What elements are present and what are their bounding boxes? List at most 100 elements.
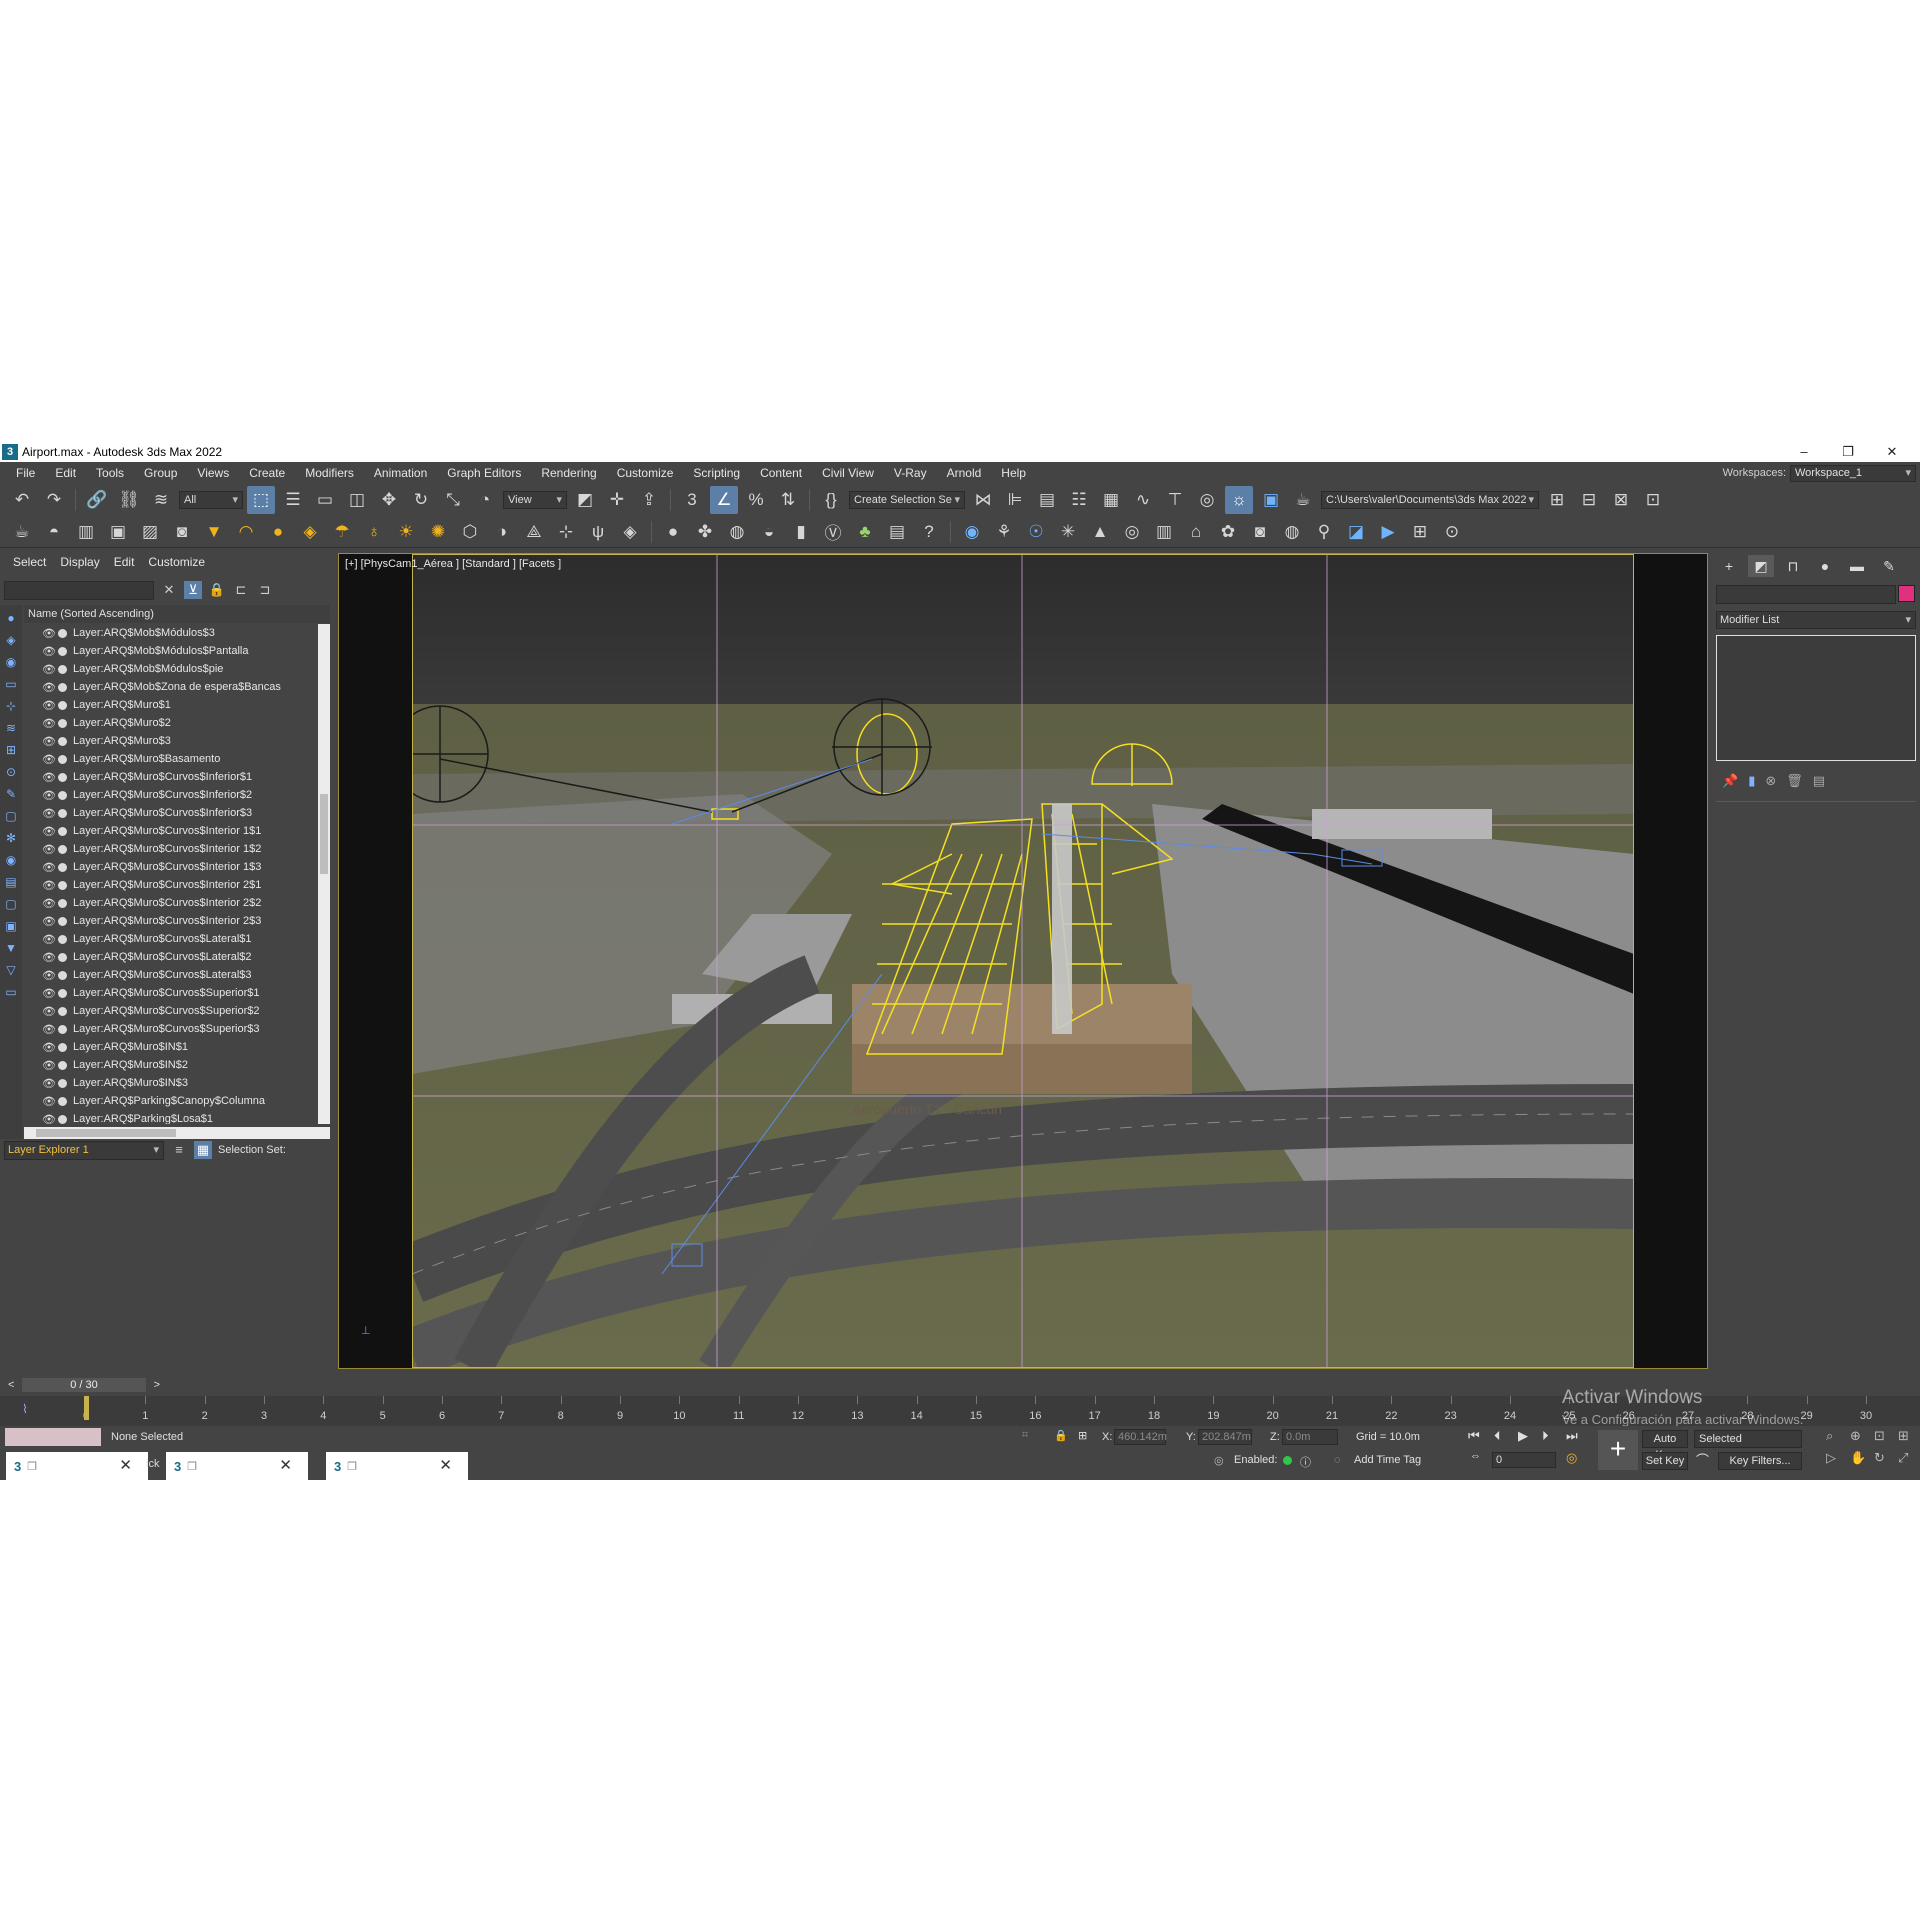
menu-rendering[interactable]: Rendering: [531, 462, 606, 484]
zoom-icon[interactable]: ⌕: [1826, 1428, 1833, 1444]
layer-row[interactable]: 👁 Layer:ARQ$Muro$2: [24, 714, 316, 732]
arnold-ipr-icon[interactable]: ⚘: [990, 518, 1018, 546]
freeze-dot-icon[interactable]: [58, 916, 67, 926]
menu-customize[interactable]: Customize: [607, 462, 684, 484]
redo-icon[interactable]: ↷: [40, 486, 68, 514]
menu-civil-view[interactable]: Civil View: [812, 462, 884, 484]
display-tab-icon[interactable]: ▬: [1844, 555, 1870, 577]
vray-render-icon[interactable]: ◓: [40, 518, 68, 546]
layer-row[interactable]: 👁 Layer:ARQ$Muro$Curvos$Lateral$1: [24, 930, 316, 948]
create-tab-icon[interactable]: +: [1716, 555, 1742, 577]
pin-stack-icon[interactable]: 📌: [1722, 773, 1738, 789]
visibility-eye-icon[interactable]: 👁: [42, 861, 58, 874]
move-icon[interactable]: ✥: [375, 486, 403, 514]
layer-manager-icon[interactable]: ▤: [1033, 486, 1061, 514]
help-circle-icon[interactable]: ?: [915, 518, 943, 546]
bind-spacewarp-icon[interactable]: ≋: [147, 486, 175, 514]
scrollbar-thumb[interactable]: [36, 1129, 176, 1137]
arnold-material-icon[interactable]: ◙: [1246, 518, 1274, 546]
visibility-eye-icon[interactable]: 👁: [42, 681, 58, 694]
visibility-eye-icon[interactable]: 👁: [42, 627, 58, 640]
viewport-label[interactable]: [+] [PhysCam1_Aérea ] [Standard ] [Facet…: [345, 558, 561, 570]
key-mode-dropdown[interactable]: Selected: [1694, 1430, 1802, 1448]
explorer-menu-select[interactable]: Select: [8, 555, 55, 569]
arnold-volume-icon[interactable]: ▲: [1086, 518, 1114, 546]
vray-grass-icon[interactable]: ψ: [584, 518, 612, 546]
visibility-eye-icon[interactable]: 👁: [42, 987, 58, 1000]
arnold-denoise-icon[interactable]: ◍: [1278, 518, 1306, 546]
scale-icon[interactable]: ⤡: [439, 486, 467, 514]
layers-icon[interactable]: ≡: [170, 1141, 188, 1159]
modifier-list-dropdown[interactable]: Modifier List: [1716, 611, 1916, 629]
layer-row[interactable]: 👁 Layer:ARQ$Muro$Curvos$Superior$1: [24, 984, 316, 1002]
lister-icon[interactable]: ▮: [787, 518, 815, 546]
freeze-dot-icon[interactable]: [58, 646, 67, 656]
layer-row[interactable]: 👁 Layer:ARQ$Muro$Curvos$Interior 1$1: [24, 822, 316, 840]
vray-fur-icon[interactable]: ⊹: [552, 518, 580, 546]
close-icon[interactable]: ✕: [1872, 442, 1912, 462]
project-set-icon[interactable]: ⊡: [1639, 486, 1667, 514]
bones-filter-icon[interactable]: ✎: [2, 785, 20, 803]
lock-icon[interactable]: 🔒: [208, 581, 226, 599]
arnold-stand-in-icon[interactable]: ⌂: [1182, 518, 1210, 546]
arnold-book-icon[interactable]: ▥: [1150, 518, 1178, 546]
play-icon[interactable]: ▶: [1518, 1428, 1528, 1444]
visibility-eye-icon[interactable]: 👁: [42, 951, 58, 964]
menu-graph-editors[interactable]: Graph Editors: [437, 462, 531, 484]
explorer-menu-edit[interactable]: Edit: [109, 555, 144, 569]
edit-named-selection-icon[interactable]: {}: [817, 486, 845, 514]
time-slider[interactable]: < 0 / 30 >: [8, 1377, 168, 1393]
vray-plane-light-icon[interactable]: ▼: [200, 518, 228, 546]
visibility-eye-icon[interactable]: 👁: [42, 717, 58, 730]
visibility-eye-icon[interactable]: 👁: [42, 1041, 58, 1054]
previous-frame-icon[interactable]: ⏴: [1494, 1428, 1501, 1444]
invert-icon[interactable]: ▣: [2, 917, 20, 935]
visibility-eye-icon[interactable]: 👁: [42, 1059, 58, 1072]
freeze-dot-icon[interactable]: [58, 934, 67, 944]
x-coordinate-field[interactable]: 460.142m: [1114, 1429, 1167, 1445]
auto-key-button[interactable]: Auto Key: [1642, 1430, 1688, 1461]
visibility-eye-icon[interactable]: 👁: [42, 663, 58, 676]
visibility-eye-icon[interactable]: 👁: [42, 1077, 58, 1090]
vray-proxy-icon[interactable]: ▨: [136, 518, 164, 546]
explorer-vertical-scrollbar[interactable]: [318, 624, 330, 1124]
rendered-frame-window-icon[interactable]: ▣: [1257, 486, 1285, 514]
layer-row[interactable]: 👁 Layer:ARQ$Muro$Curvos$Inferior$3: [24, 804, 316, 822]
restore-icon[interactable]: ❐: [187, 1460, 197, 1473]
rectangular-selection-icon[interactable]: ▭: [311, 486, 339, 514]
vray-sphere-icon[interactable]: ◑: [488, 518, 516, 546]
layer-row[interactable]: 👁 Layer:ARQ$Muro$Curvos$Interior 1$2: [24, 840, 316, 858]
freeze-dot-icon[interactable]: [58, 808, 67, 818]
menu-vray[interactable]: V-Ray: [884, 462, 937, 484]
frozen-filter-icon[interactable]: ✻: [2, 829, 20, 847]
select-object-icon[interactable]: ⬚: [247, 486, 275, 514]
menu-views[interactable]: Views: [187, 462, 239, 484]
visibility-eye-icon[interactable]: 👁: [42, 735, 58, 748]
material-editor-icon[interactable]: ◎: [1193, 486, 1221, 514]
layer-row[interactable]: 👁 Layer:ARQ$Muro$IN$1: [24, 1038, 316, 1056]
freeze-dot-icon[interactable]: [58, 898, 67, 908]
visibility-eye-icon[interactable]: 👁: [42, 1005, 58, 1018]
next-frame-button-icon[interactable]: ⏵: [1542, 1428, 1549, 1444]
layer-row[interactable]: 👁 Layer:ARQ$Muro$Curvos$Interior 2$2: [24, 894, 316, 912]
freeze-dot-icon[interactable]: [58, 880, 67, 890]
selection-filter-dropdown[interactable]: All: [179, 491, 243, 509]
menu-content[interactable]: Content: [750, 462, 812, 484]
layer-row[interactable]: 👁 Layer:ARQ$Muro$Curvos$Inferior$1: [24, 768, 316, 786]
isolate-selection-icon[interactable]: ⌗: [1022, 1429, 1028, 1442]
visibility-eye-icon[interactable]: 👁: [42, 807, 58, 820]
place-icon[interactable]: ◔: [471, 486, 499, 514]
minimized-window-tab[interactable]: 3 ❐ ✕: [326, 1452, 468, 1480]
snaps-toggle-icon[interactable]: 3: [678, 486, 706, 514]
go-to-start-icon[interactable]: ⏮: [1468, 1428, 1480, 1444]
visibility-eye-icon[interactable]: 👁: [42, 699, 58, 712]
close-icon[interactable]: ✕: [439, 1456, 452, 1474]
configure-sets-icon[interactable]: ▤: [1813, 773, 1825, 789]
set-key-button[interactable]: Set Key: [1642, 1452, 1688, 1470]
filter-funnel-icon[interactable]: ▼: [2, 939, 20, 957]
arnold-settings-icon[interactable]: ⊞: [1406, 518, 1434, 546]
visibility-eye-icon[interactable]: 👁: [42, 771, 58, 784]
groups-filter-icon[interactable]: ⊞: [2, 741, 20, 759]
freeze-dot-icon[interactable]: [58, 1006, 67, 1016]
freeze-dot-icon[interactable]: [58, 1096, 67, 1106]
